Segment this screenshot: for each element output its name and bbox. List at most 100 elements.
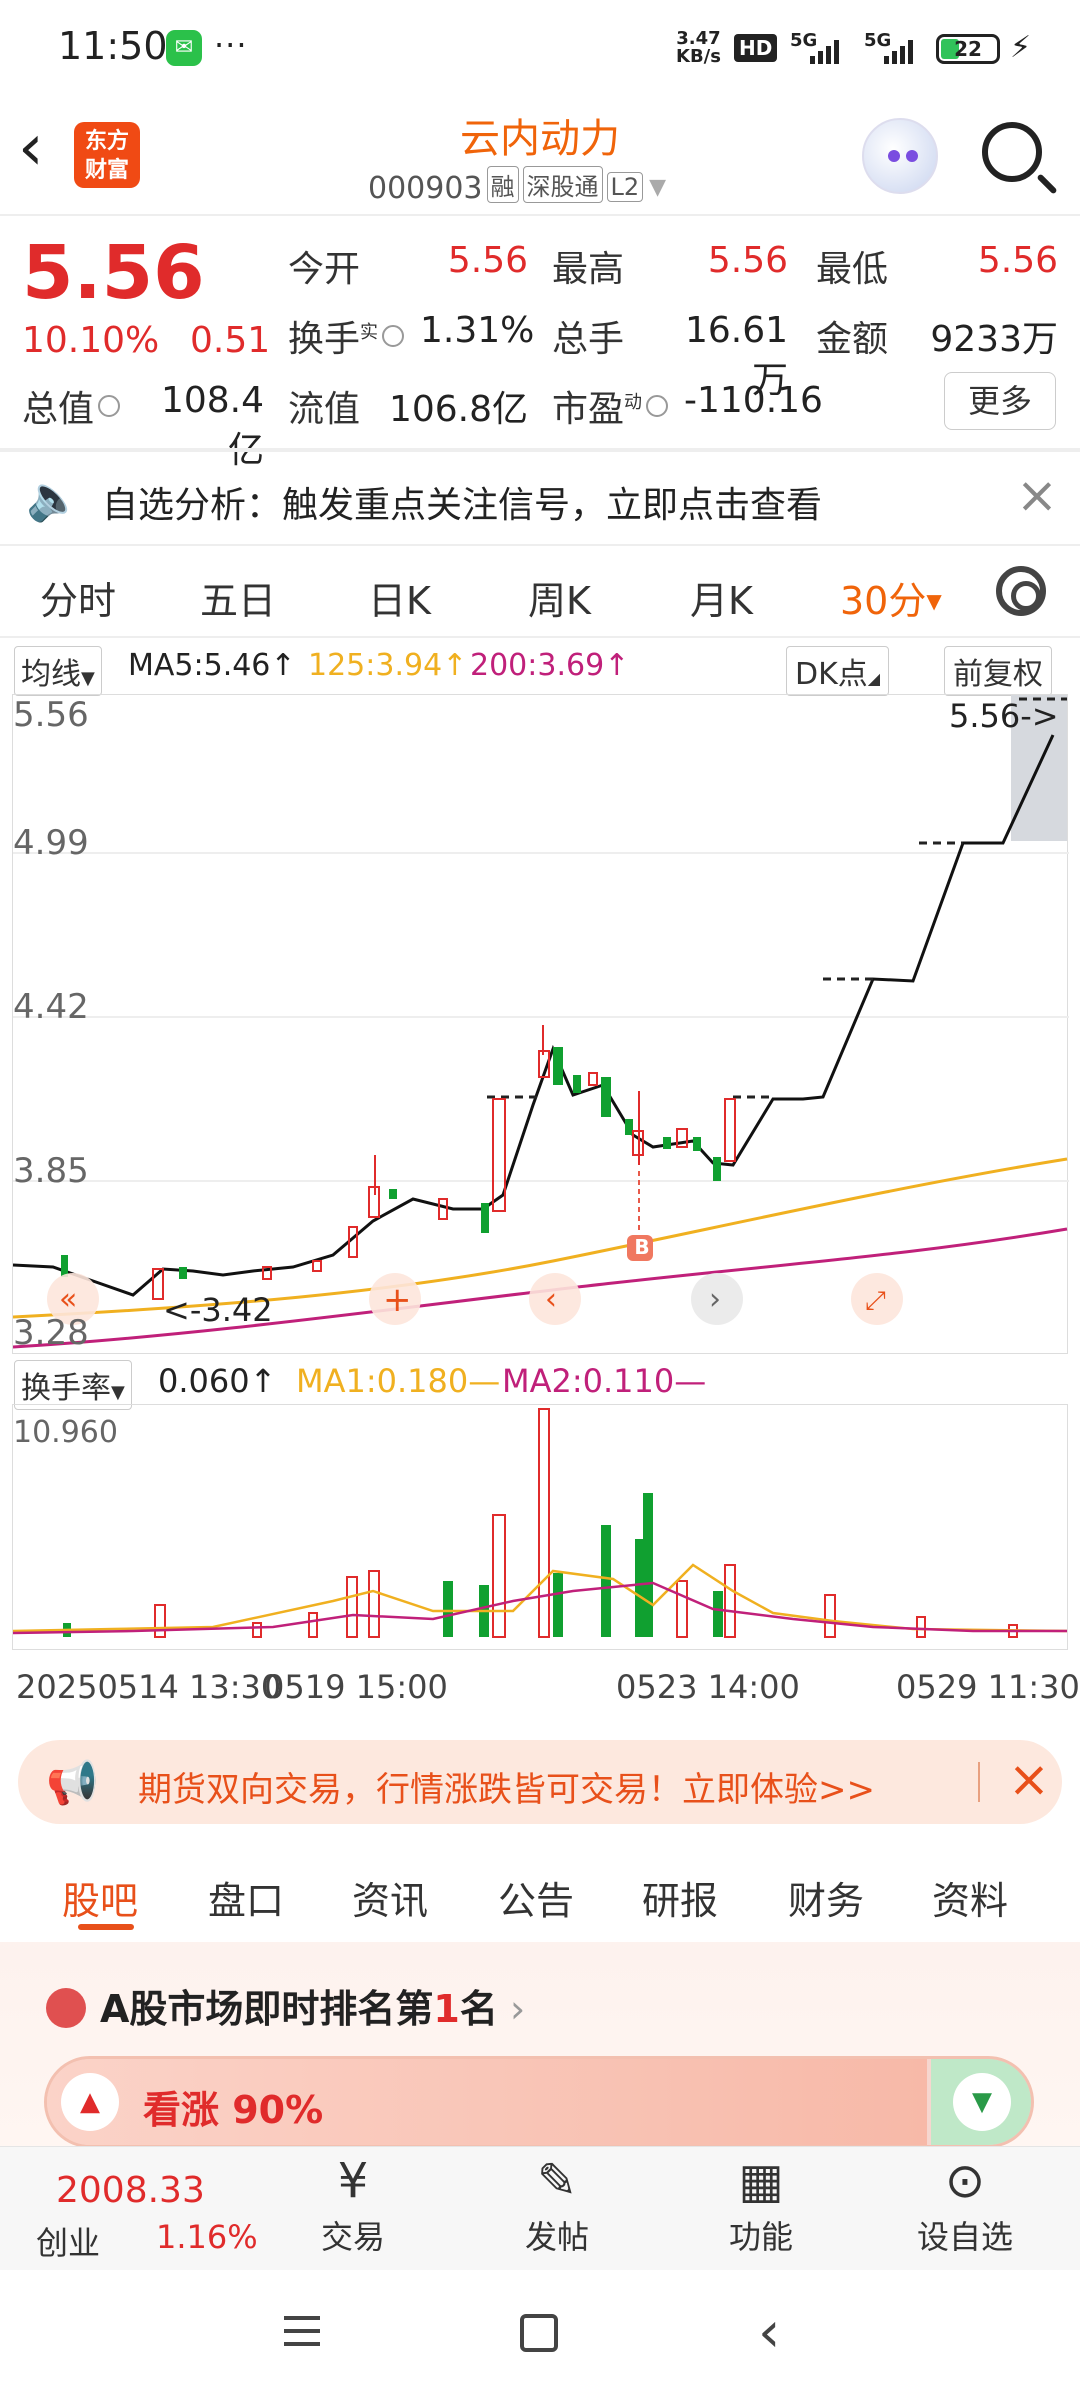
tab-forum[interactable]: 股吧: [62, 1870, 138, 1925]
notice-bar[interactable]: 🔈 自选分析：触发重点关注信号，立即点击查看 ×: [0, 452, 1080, 544]
wechat-icon: ✉: [166, 30, 202, 66]
signal-bars-icon-2: [884, 40, 916, 66]
volume-svg: [12, 1408, 1068, 1638]
high-label: 最高: [552, 249, 625, 290]
promo-banner[interactable]: 📢 期货双向交易，行情涨跌皆可交易！立即体验>> ×: [18, 1740, 1062, 1824]
index-percent[interactable]: 1.16%: [156, 2218, 258, 2256]
low-label: 最低: [816, 249, 889, 290]
tab-profile[interactable]: 资料: [932, 1870, 1008, 1925]
index-name[interactable]: 创业: [36, 2218, 100, 2264]
tab-announcements[interactable]: 公告: [498, 1870, 574, 1925]
tab-30min[interactable]: 30分▼: [840, 570, 942, 625]
back-nav-icon[interactable]: ‹: [758, 2300, 780, 2365]
y-tick-label: 4.42: [13, 987, 89, 1027]
settings-gear-icon[interactable]: [996, 566, 1046, 616]
price-marker: 5.56->: [949, 697, 1059, 735]
tab-monthly[interactable]: 月K: [690, 570, 753, 625]
change-percent: 10.10%: [22, 320, 160, 361]
stock-name[interactable]: 云内动力: [300, 106, 780, 164]
assistant-robot-icon[interactable]: [862, 118, 938, 194]
functions-button[interactable]: ▦ 功能: [696, 2150, 826, 2258]
svg-text:+: +: [383, 1280, 412, 1320]
x-tick-label: 20250514 13:30: [16, 1668, 282, 1706]
logo-line2: 财富: [84, 158, 129, 183]
y-tick-label: 3.85: [13, 1151, 89, 1191]
change-amount: 0.51: [190, 320, 271, 361]
volume-bars: [63, 1408, 1018, 1638]
ranking-prefix: A股市场即时排名第: [100, 1987, 434, 2031]
search-icon[interactable]: [982, 122, 1042, 182]
y-tick-label: 4.99: [13, 823, 89, 863]
dk-point-button[interactable]: DK点◢: [786, 646, 890, 696]
post-button[interactable]: ✎ 发帖: [492, 2150, 622, 2258]
total-value-label[interactable]: 总值: [22, 380, 121, 432]
tab-five-day[interactable]: 五日: [200, 570, 276, 625]
pe-value: -110.16: [684, 380, 823, 421]
active-tab-indicator: [78, 1924, 134, 1930]
high-value: 5.56: [707, 240, 788, 281]
signal-bars-icon: [810, 40, 842, 66]
trade-button[interactable]: ¥ 交易: [288, 2150, 418, 2258]
ranking-link[interactable]: A股市场即时排名第1名 ›: [100, 1978, 525, 2033]
low-value: 5.56: [977, 240, 1058, 281]
turnover-value: 1.31%: [420, 310, 535, 351]
index-value[interactable]: 2008.33: [56, 2170, 205, 2211]
corner-caret-icon: ◢: [867, 669, 881, 688]
divider: [0, 636, 1080, 638]
x-tick-label: 0523 14:00: [616, 1668, 800, 1706]
megaphone-icon: 📢: [46, 1758, 99, 1807]
grid-icon: ▦: [738, 2153, 784, 2209]
volume-max-label: 10.960: [13, 1415, 118, 1450]
kline-chart[interactable]: « + ‹ › ⤢ 5.56 4.99 4.42 3.85 3.28 5.56-…: [12, 694, 1069, 1354]
adjust-button[interactable]: 前复权: [944, 646, 1052, 696]
tab-intraday[interactable]: 分时: [40, 570, 116, 625]
info-icon: [382, 325, 405, 347]
indicator-select-label: 均线: [21, 657, 81, 692]
divider: [0, 544, 1080, 546]
close-icon[interactable]: ×: [1008, 1750, 1050, 1808]
bear-vote-button[interactable]: ▼: [953, 2073, 1011, 2131]
tab-research[interactable]: 研报: [642, 1870, 718, 1925]
volume-chart[interactable]: 10.960: [12, 1404, 1068, 1650]
close-icon[interactable]: ×: [1016, 466, 1058, 524]
chevron-right-icon: ›: [497, 1987, 526, 2031]
home-icon[interactable]: [520, 2314, 558, 2352]
chart-bars-icon: [46, 1988, 86, 2028]
pe-sup: 动: [624, 392, 643, 413]
ma125-value: 125:3.94↑: [308, 648, 468, 683]
tab-finance[interactable]: 财务: [788, 1870, 864, 1925]
net-speed-unit: KB/s: [676, 46, 721, 67]
bull-vote-button[interactable]: ▲: [61, 2073, 119, 2131]
yen-icon: ¥: [337, 2153, 369, 2209]
volume-label: 总手: [552, 319, 625, 360]
stock-code-row[interactable]: 000903 融深股通 L2 ▼: [368, 166, 666, 206]
promo-text: 期货双向交易，行情涨跌皆可交易！立即体验>>: [138, 1770, 875, 1810]
price-line: [12, 734, 1055, 1297]
pe-label[interactable]: 市盈动: [552, 380, 669, 432]
hd-icon: HD: [734, 34, 778, 62]
total-value-label-text: 总值: [22, 389, 95, 430]
current-price: 5.56: [22, 230, 205, 316]
volume-indicator-select[interactable]: 换手率▼: [14, 1360, 132, 1410]
turnover-sup: 实: [360, 322, 379, 343]
stock-code: 000903: [368, 171, 483, 206]
bull-percent: 看涨 90%: [143, 2088, 324, 2132]
more-button[interactable]: 更多: [944, 372, 1056, 430]
add-watchlist-button[interactable]: ⊙ 设自选: [900, 2150, 1030, 2258]
tab-news[interactable]: 资讯: [352, 1870, 428, 1925]
svg-text:⤢: ⤢: [865, 1286, 886, 1316]
ma1-value: MA1:0.180—: [296, 1362, 501, 1400]
menu-icon[interactable]: [284, 2316, 320, 2355]
indicator-select[interactable]: 均线▼: [14, 646, 102, 696]
info-icon: [98, 395, 121, 417]
y-tick-label: 3.28: [13, 1313, 89, 1353]
tab-weekly[interactable]: 周K: [528, 570, 591, 625]
tab-order-book[interactable]: 盘口: [208, 1870, 284, 1925]
dropdown-caret-icon: ▼: [649, 175, 667, 200]
edit-icon: ✎: [536, 2153, 578, 2209]
turnover-label[interactable]: 换手实: [288, 310, 405, 362]
post-label: 发帖: [524, 2218, 589, 2256]
back-button[interactable]: ‹: [18, 116, 44, 180]
ranking-number: 1: [433, 1987, 460, 2031]
tab-daily[interactable]: 日K: [368, 570, 431, 625]
